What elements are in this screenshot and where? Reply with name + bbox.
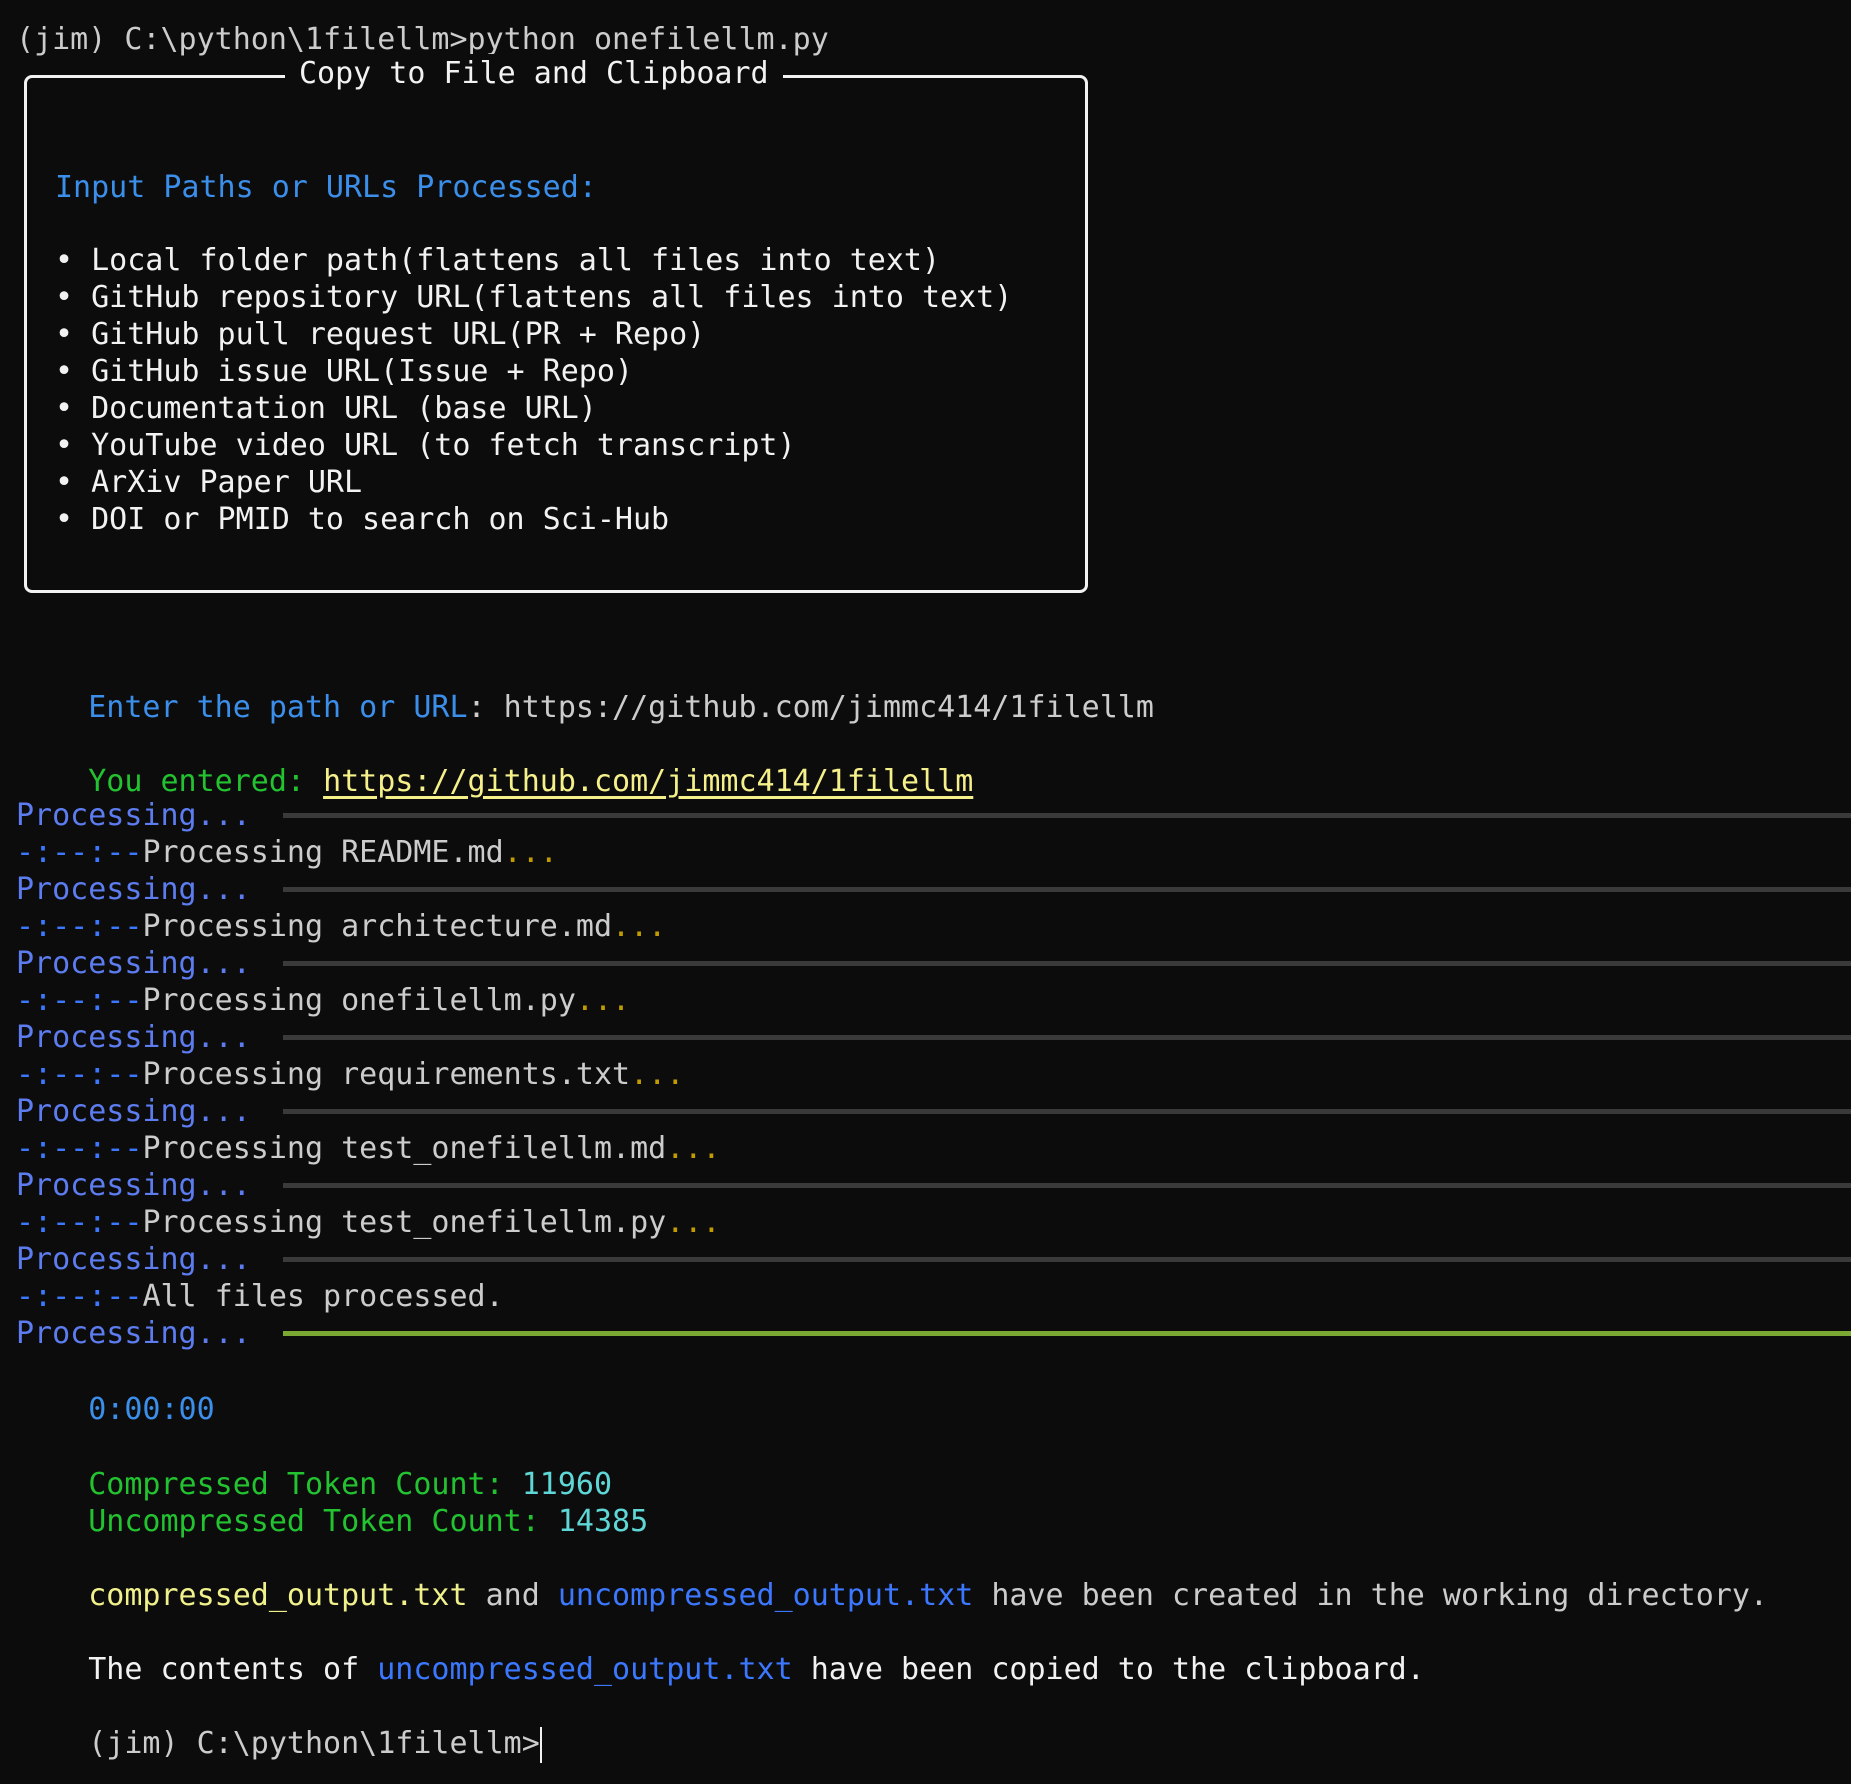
progress-step: -:--:--Processing requirements.txt... [16, 1055, 684, 1095]
path-input-value[interactable]: https://github.com/jimmc414/1filellm [504, 690, 1154, 725]
step-ellipsis: ... [612, 909, 667, 944]
path-input-colon: : [467, 690, 504, 725]
step-time: -:--:-- [16, 1057, 143, 1092]
step-ellipsis: ... [503, 835, 558, 870]
step-text: Processing requirements.txt [142, 1057, 631, 1092]
step-ellipsis: ... [666, 1205, 721, 1240]
panel-heading: Input Paths or URLs Processed: [55, 170, 597, 205]
shell-prompt[interactable]: (jim) C:\python\1filellm> [16, 1684, 542, 1763]
clipboard-message-line: The contents of uncompressed_output.txt … [88, 1652, 1425, 1687]
progress-bar [283, 887, 1851, 892]
panel-item: • DOI or PMID to search on Sci-Hub [55, 502, 670, 537]
path-input-line[interactable]: Enter the path or URL: https://github.co… [16, 648, 1154, 725]
step-time: -:--:-- [16, 1131, 143, 1166]
compressed-count-line: Compressed Token Count: 11960 [16, 1425, 612, 1502]
elapsed-time: 0:00:00 [88, 1392, 215, 1427]
progress-bar [283, 1109, 1851, 1114]
path-input-label: Enter the path or URL [88, 690, 468, 725]
entered-label: You entered: [88, 764, 324, 799]
progress-step: -:--:--Processing test_onefilellm.md... [16, 1129, 720, 1169]
compressed-filename: compressed_output.txt [88, 1578, 468, 1613]
step-time: -:--:-- [16, 909, 143, 944]
progress-bar-complete [283, 1331, 1851, 1336]
progress-step: -:--:--Processing architecture.md... [16, 907, 666, 947]
panel-item: • Local folder path(flattens all files i… [55, 243, 941, 278]
progress-label: Processing... [16, 1316, 251, 1351]
progress-step: -:--:--Processing test_onefilellm.py... [16, 1203, 720, 1243]
step-time: -:--:-- [16, 1205, 143, 1240]
panel-item: • GitHub pull request URL(PR + Repo) [55, 317, 706, 352]
step-text: Processing test_onefilellm.md [142, 1131, 667, 1166]
progress-bar [283, 1257, 1851, 1262]
progress-label: Processing... [16, 1020, 251, 1055]
step-text: Processing README.md [142, 835, 504, 870]
progress-label: Processing... [16, 1094, 251, 1129]
step-ellipsis: ... [575, 983, 631, 1018]
progress-step: -:--:--Processing onefilellm.py... [16, 981, 630, 1021]
progress-step: -:--:--All files processed. [16, 1277, 504, 1317]
uncompressed-count-value: 14385 [557, 1504, 649, 1539]
panel-item: • GitHub issue URL(Issue + Repo) [55, 354, 633, 389]
panel-item: • GitHub repository URL(flattens all fil… [55, 280, 1013, 315]
step-text: Processing architecture.md [142, 909, 613, 944]
panel-item: • Documentation URL (base URL) [55, 391, 597, 426]
progress-bar [283, 813, 1851, 818]
uncompressed-count-label: Uncompressed Token Count: [88, 1504, 558, 1539]
panel-item: • ArXiv Paper URL [55, 465, 363, 500]
progress-label: Processing... [16, 1168, 251, 1203]
step-text: Processing onefilellm.py [142, 983, 576, 1018]
step-ellipsis: ... [630, 1057, 685, 1092]
panel-item: • YouTube video URL (to fetch transcript… [55, 428, 796, 463]
step-text: Processing test_onefilellm.py [142, 1205, 667, 1240]
progress-bar [283, 1183, 1851, 1188]
progress-bar [283, 961, 1851, 966]
step-time: -:--:-- [16, 835, 143, 870]
clipboard-filename: uncompressed_output.txt [377, 1652, 793, 1687]
text-cursor [539, 1726, 542, 1763]
progress-label: Processing... [16, 1242, 251, 1277]
uncompressed-filename: uncompressed_output.txt [557, 1578, 974, 1613]
panel-title: Copy to File and Clipboard [285, 54, 783, 94]
terminal-window[interactable]: (jim) C:\python\1filellm>python onefilel… [0, 0, 1851, 1784]
step-time: -:--:-- [16, 983, 143, 1018]
step-text: All files processed. [142, 1279, 504, 1314]
files-created-line: compressed_output.txt and uncompressed_o… [88, 1578, 1768, 1613]
entered-line: You entered: https://github.com/jimmc414… [16, 722, 973, 799]
progress-step: -:--:--Processing README.md... [16, 833, 558, 873]
progress-bar [283, 1035, 1851, 1040]
entered-url-link[interactable]: https://github.com/jimmc414/1filellm [323, 764, 973, 799]
progress-label: Processing... [16, 946, 251, 981]
progress-label: Processing... [16, 798, 251, 833]
progress-label: Processing... [16, 872, 251, 907]
step-time: -:--:-- [16, 1279, 143, 1314]
uncompressed-count-line: Uncompressed Token Count: 14385 [16, 1462, 648, 1539]
step-ellipsis: ... [666, 1131, 721, 1166]
